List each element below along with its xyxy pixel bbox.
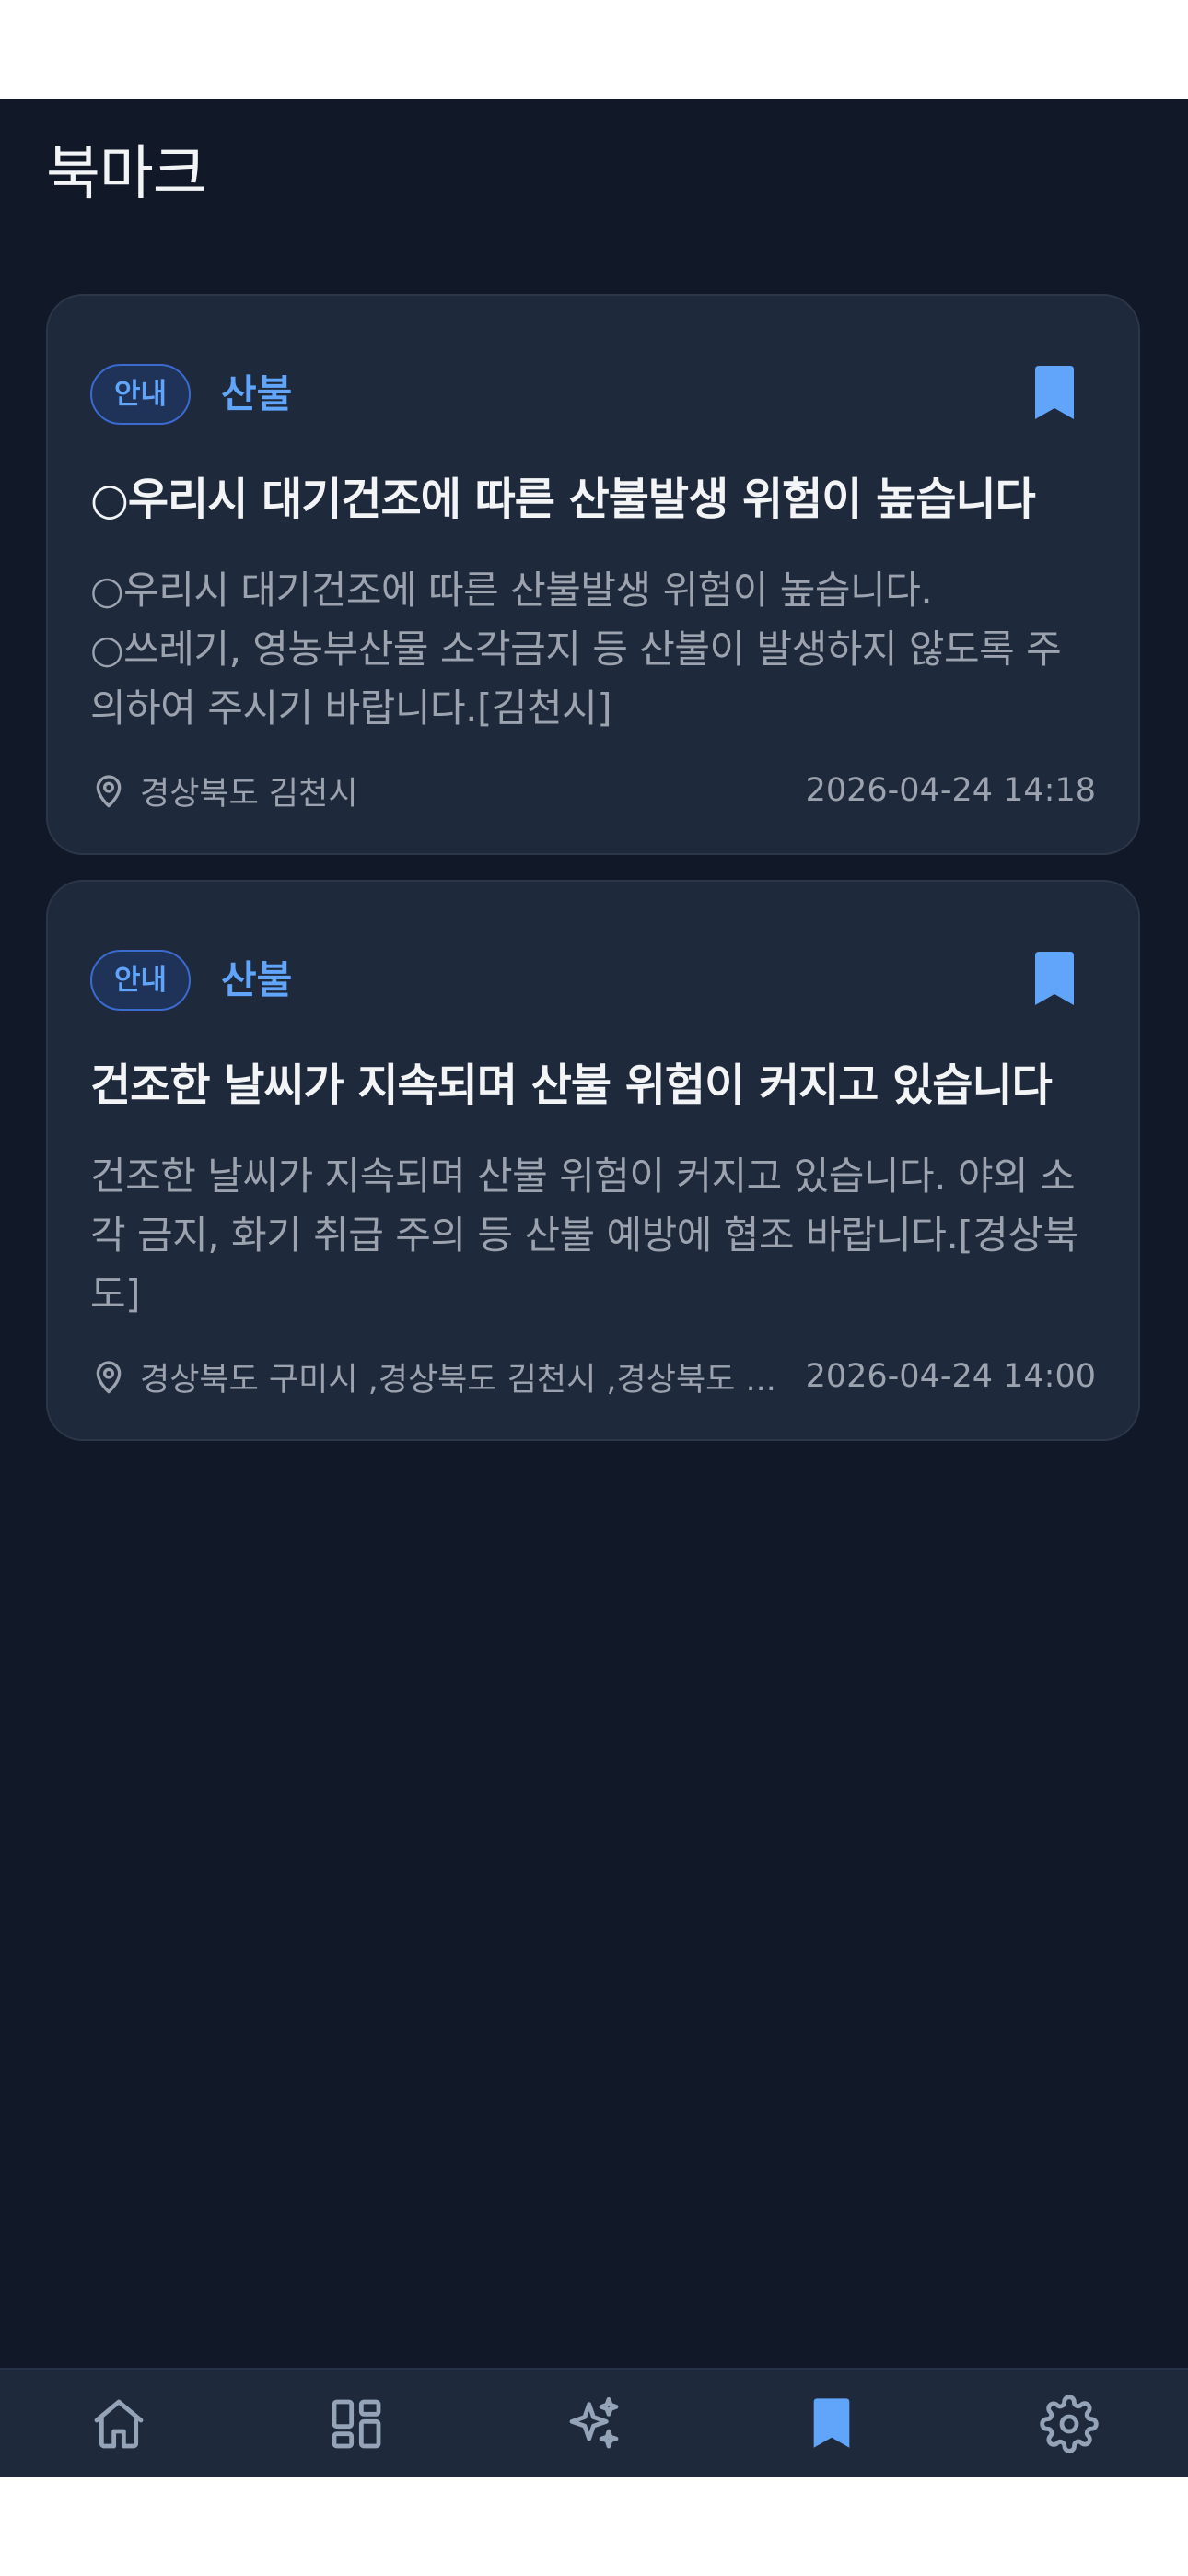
location: 경상북도 구미시 ,경상북도 김천시 ,경상북도 ... <box>90 1353 789 1400</box>
sparkles-icon <box>565 2395 623 2453</box>
app-screen: 북마크 안내 산불 ○우리시 대기건조에 따른 산불발생 위험이 높습니다 ○우… <box>0 99 1188 2477</box>
bookmark-button[interactable] <box>1031 952 1077 1007</box>
category-label: 산불 <box>221 371 293 416</box>
category-label: 산불 <box>221 957 293 1002</box>
card-body: ○우리시 대기건조에 따른 산불발생 위험이 높습니다. ○쓰레기, 영농부산물… <box>90 561 1103 738</box>
card-title: ○우리시 대기건조에 따른 산불발생 위험이 높습니다 <box>90 474 1036 525</box>
card-footer: 경상북도 구미시 ,경상북도 김천시 ,경상북도 ... 2026-04-24 … <box>90 1353 1096 1399</box>
type-badge: 안내 <box>90 364 192 425</box>
gear-icon <box>1040 2394 1099 2453</box>
bookmark-button[interactable] <box>1031 366 1077 421</box>
dashboard-icon <box>327 2395 386 2453</box>
type-badge: 안내 <box>90 950 192 1011</box>
nav-settings[interactable] <box>950 2370 1188 2477</box>
bookmark-filled-icon <box>1031 952 1077 1007</box>
location: 경상북도 김천시 <box>90 767 789 814</box>
location-text: 경상북도 김천시 <box>140 775 358 813</box>
nav-bookmarks[interactable] <box>713 2370 950 2477</box>
body-line: ○우리시 대기건조에 따른 산불발생 위험이 높습니다. <box>90 568 933 613</box>
body-line: 의하여 주시기 바랍니다.[김천시] <box>90 685 612 731</box>
nav-home[interactable] <box>0 2370 238 2477</box>
body-line: 건조한 날씨가 지속되며 산불 위험이 커지고 있습니다. 야외 소 <box>90 1153 1076 1199</box>
body-line: ○쓰레기, 영농부산물 소각금지 등 산불이 발생하지 않도록 주 <box>90 626 1062 672</box>
nav-dashboard[interactable] <box>238 2370 475 2477</box>
page-title: 북마크 <box>46 140 207 208</box>
location-text: 경상북도 구미시 ,경상북도 김천시 ,경상북도 ... <box>140 1361 776 1399</box>
body-line: 도] <box>90 1271 141 1317</box>
bookmark-icon <box>810 2397 853 2451</box>
bookmark-card[interactable]: 안내 산불 ○우리시 대기건조에 따른 산불발생 위험이 높습니다 ○우리시 대… <box>46 294 1140 855</box>
card-body: 건조한 날씨가 지속되며 산불 위험이 커지고 있습니다. 야외 소 각 금지,… <box>90 1147 1103 1324</box>
bottom-nav <box>0 2368 1188 2477</box>
timestamp: 2026-04-24 14:18 <box>805 772 1096 809</box>
location-pin-icon <box>90 772 127 809</box>
card-title: 건조한 날씨가 지속되며 산불 위험이 커지고 있습니다 <box>90 1060 1053 1111</box>
timestamp: 2026-04-24 14:00 <box>805 1358 1096 1395</box>
bookmark-filled-icon <box>1031 366 1077 421</box>
body-line: 각 금지, 화기 취급 주의 등 산불 예방에 협조 바랍니다.[경상북 <box>90 1212 1078 1258</box>
home-icon <box>89 2395 148 2453</box>
card-footer: 경상북도 김천시 2026-04-24 14:18 <box>90 767 1096 814</box>
bookmark-card[interactable]: 안내 산불 건조한 날씨가 지속되며 산불 위험이 커지고 있습니다 건조한 날… <box>46 880 1140 1441</box>
location-pin-icon <box>90 1358 127 1395</box>
nav-ai[interactable] <box>475 2370 713 2477</box>
